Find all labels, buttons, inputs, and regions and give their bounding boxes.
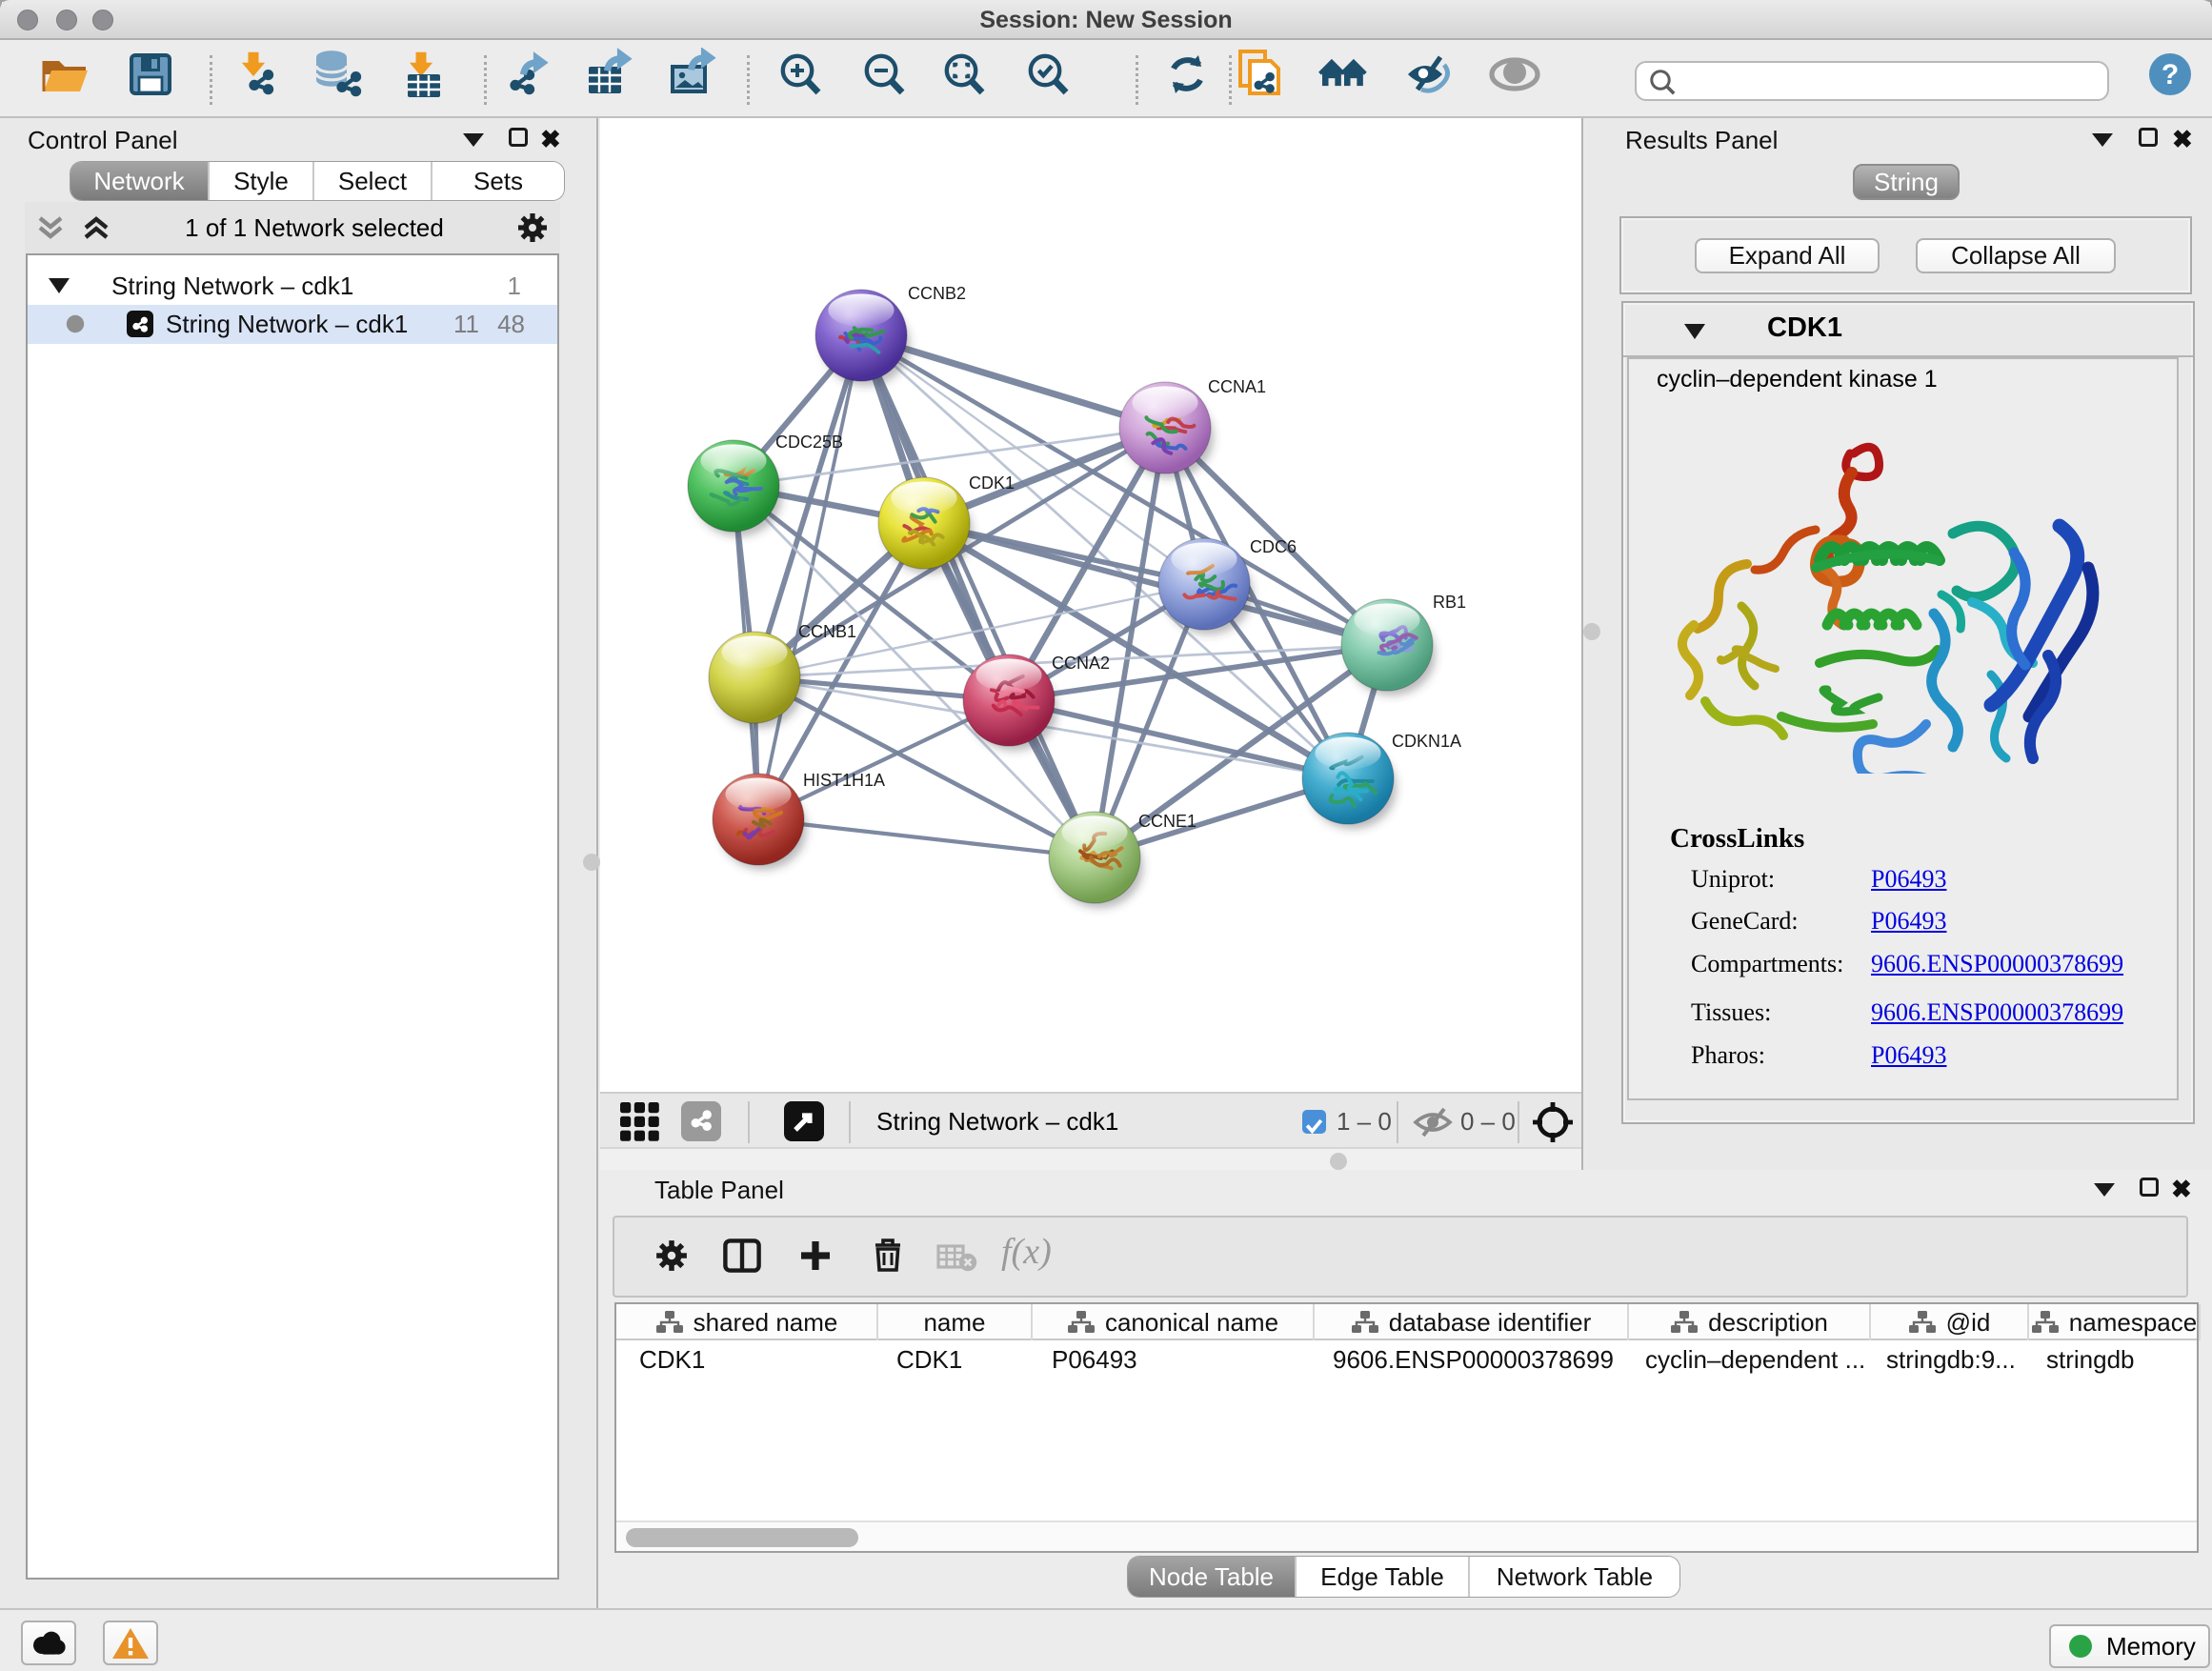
svg-text:CCNB2: CCNB2 — [908, 284, 966, 303]
svg-text:CCNE1: CCNE1 — [1138, 812, 1196, 831]
svg-text:CCNA1: CCNA1 — [1208, 377, 1266, 396]
svg-text:HIST1H1A: HIST1H1A — [803, 771, 885, 790]
svg-text:?: ? — [2162, 59, 2179, 91]
svg-text:CDC25B: CDC25B — [775, 433, 843, 452]
svg-text:CDKN1A: CDKN1A — [1392, 732, 1461, 751]
svg-text:CCNA2: CCNA2 — [1052, 654, 1110, 673]
svg-text:CCNB1: CCNB1 — [798, 622, 856, 641]
svg-text:RB1: RB1 — [1433, 593, 1466, 612]
svg-text:CDK1: CDK1 — [969, 473, 1015, 493]
svg-text:CDC6: CDC6 — [1250, 537, 1297, 556]
